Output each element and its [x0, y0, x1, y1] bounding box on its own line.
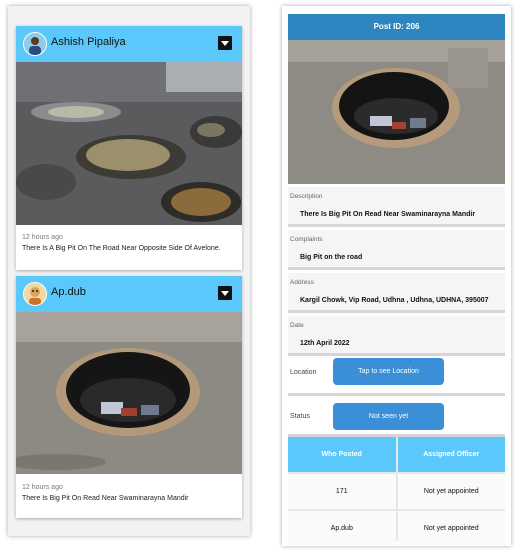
post-id-header: Post ID: 206	[288, 14, 505, 40]
date-value: 12th April 2022	[300, 340, 350, 347]
divider	[288, 353, 505, 356]
post-image[interactable]	[16, 62, 242, 225]
table-header-who-posted: Who Posted	[288, 437, 396, 472]
assignment-table: Who Posted Assigned Officer 171 Not yet …	[288, 437, 505, 545]
post-time: 12 hours ago	[22, 234, 63, 241]
description-field: Description There Is Big Pit On Read Nea…	[288, 187, 505, 227]
user-avatar-icon[interactable]	[23, 32, 47, 56]
complaints-value: Big Pit on the road	[300, 254, 363, 261]
table-header-assigned-officer: Assigned Officer	[397, 437, 505, 472]
date-field: Date 12th April 2022	[288, 316, 505, 356]
description-label: Description	[290, 193, 323, 200]
table-cell: Not yet appointed	[397, 474, 505, 509]
complaints-label: Complaints	[290, 236, 323, 243]
dropdown-icon[interactable]	[218, 286, 232, 300]
divider	[288, 224, 505, 227]
status-button[interactable]: Not seen yet	[333, 403, 444, 430]
post-card-header: Ap.dub	[16, 276, 242, 312]
post-card-header: Ashish Pipaliya	[16, 26, 242, 62]
description-value: There Is Big Pit On Read Near Swaminaray…	[300, 211, 476, 218]
divider	[288, 393, 505, 396]
post-card[interactable]: Ap.dub 12 hours ago There Is Big Pit On …	[16, 276, 242, 518]
date-label: Date	[290, 322, 304, 329]
table-cell: Not yet appointed	[397, 511, 505, 545]
divider	[288, 310, 505, 313]
post-author[interactable]: Ap.dub	[51, 286, 86, 298]
address-label: Address	[290, 279, 314, 286]
post-description: There Is A Big Pit On The Road Near Oppo…	[22, 245, 221, 252]
post-card[interactable]: Ashish Pipaliya 12 hours ago There Is A …	[16, 26, 242, 270]
table-cell: 171	[288, 474, 396, 509]
dropdown-icon[interactable]	[218, 36, 232, 50]
post-description: There Is Big Pit On Read Near Swaminaray…	[22, 495, 189, 502]
post-detail-screen: Post ID: 206 Description There Is Big Pi…	[282, 6, 511, 546]
address-field: Address Kargil Chowk, Vip Road, Udhna , …	[288, 273, 505, 313]
table-cell: Ap.dub	[288, 511, 396, 545]
divider	[288, 267, 505, 270]
feed-screen: Ashish Pipaliya 12 hours ago There Is A …	[8, 6, 250, 536]
post-time: 12 hours ago	[22, 484, 63, 491]
user-avatar-icon[interactable]	[23, 282, 47, 306]
complaints-field: Complaints Big Pit on the road	[288, 230, 505, 270]
status-label: Status	[290, 413, 310, 420]
location-label: Location	[290, 369, 317, 376]
see-location-button[interactable]: Tap to see Location	[333, 358, 444, 385]
address-value: Kargil Chowk, Vip Road, Udhna , Udhna, U…	[300, 297, 489, 304]
post-image[interactable]	[16, 312, 242, 474]
post-author[interactable]: Ashish Pipaliya	[51, 36, 126, 48]
post-detail-image[interactable]	[288, 40, 505, 184]
